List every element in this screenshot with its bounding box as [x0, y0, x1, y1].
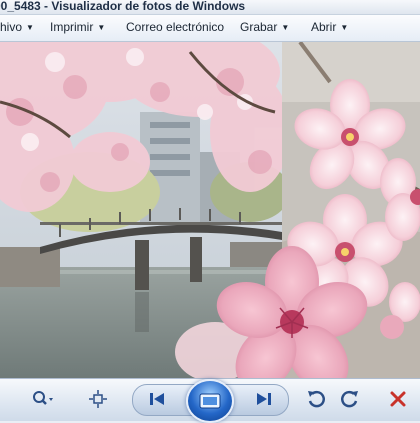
menu-print[interactable]: Imprimir ▼ — [50, 20, 105, 34]
title-bar: 00_5483 - Visualizador de fotos de Windo… — [0, 0, 420, 15]
menu-open[interactable]: Abrir ▼ — [311, 20, 348, 34]
slideshow-icon — [199, 393, 221, 409]
window-title: 00_5483 - Visualizador de fotos de Windo… — [0, 0, 246, 13]
menu-file[interactable]: chivo▼ — [0, 20, 34, 34]
rotate-clockwise-button[interactable] — [336, 386, 364, 412]
chevron-down-icon: ▼ — [26, 23, 34, 32]
chevron-down-icon: ▼ — [340, 23, 349, 32]
menu-email-label: Correo electrónico — [126, 20, 225, 34]
next-icon — [257, 393, 271, 405]
chevron-down-icon: ▼ — [97, 23, 106, 32]
photo-viewer[interactable] — [0, 42, 420, 378]
photo-cherry-blossoms — [0, 42, 420, 378]
menu-open-label: Abrir — [311, 20, 337, 34]
next-button[interactable] — [250, 386, 278, 412]
menu-burn[interactable]: Grabar ▼ — [240, 20, 289, 34]
rotate-counterclockwise-icon — [308, 390, 325, 408]
bottom-toolbar — [0, 378, 420, 423]
zoom-button[interactable] — [26, 386, 60, 412]
menu-bar: chivo▼ Imprimir▼ Correo electrónico Grab… — [0, 15, 420, 42]
delete-button[interactable] — [384, 386, 412, 412]
rotate-clockwise-icon — [341, 390, 358, 408]
menu-email[interactable]: Correo electrónico — [126, 20, 224, 34]
menu-burn-label: Grabar — [240, 20, 278, 34]
fit-window-icon — [89, 390, 107, 408]
magnifier-icon — [33, 391, 53, 405]
previous-button[interactable] — [143, 386, 171, 412]
actual-size-button[interactable] — [84, 386, 112, 412]
delete-icon — [390, 391, 406, 407]
menu-file-label: chivo — [0, 20, 23, 34]
slideshow-button[interactable] — [186, 379, 234, 423]
rotate-counterclockwise-button[interactable] — [302, 386, 330, 412]
previous-icon — [150, 393, 164, 405]
menu-print-label: Imprimir — [50, 20, 94, 34]
chevron-down-icon: ▼ — [281, 23, 290, 32]
